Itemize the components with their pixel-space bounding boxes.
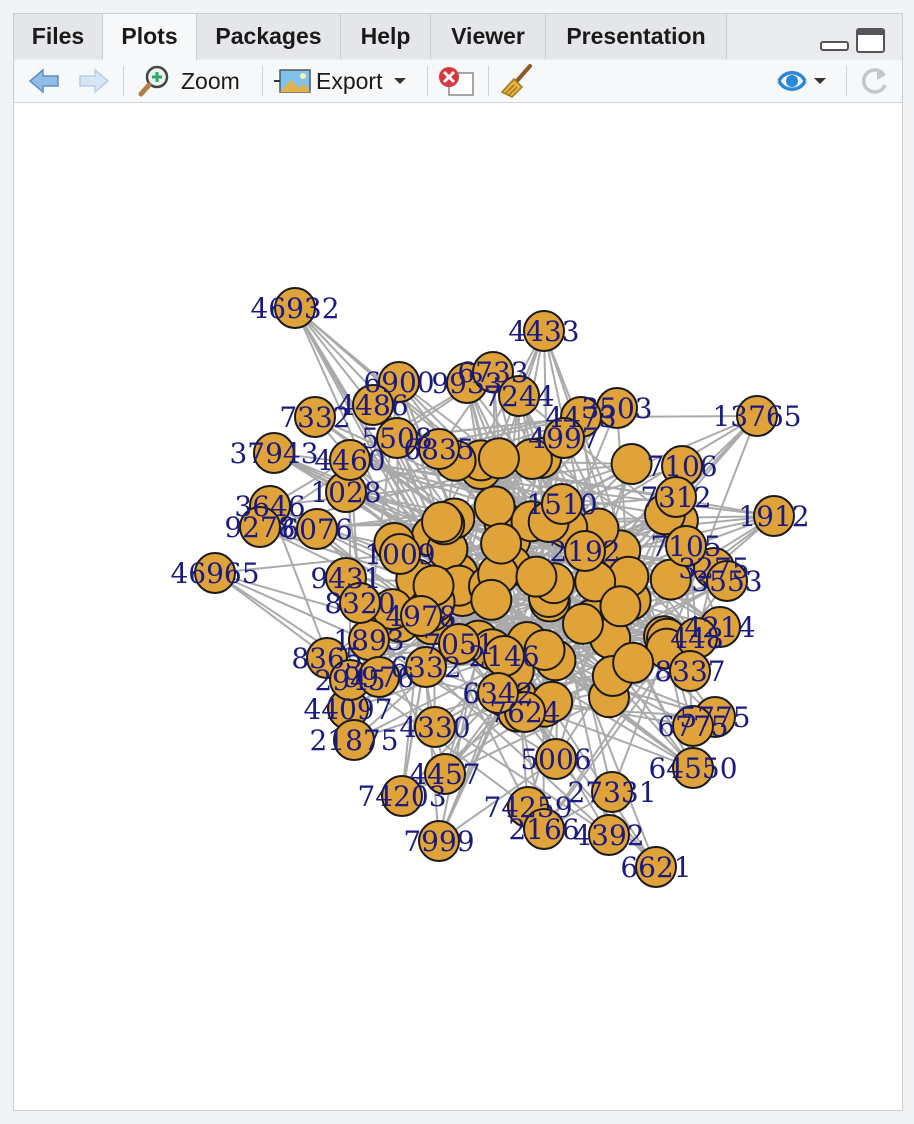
tab-help[interactable]: Help — [341, 14, 431, 59]
back-arrow-icon — [28, 68, 59, 94]
forward-arrow-icon — [79, 68, 110, 94]
toolbar-separator — [488, 66, 489, 96]
node-label: 5006 — [520, 743, 591, 776]
node-label: 1510 — [526, 488, 597, 521]
graph-node — [599, 585, 642, 628]
node-label: 6342 — [462, 677, 533, 710]
graph-node — [561, 602, 604, 645]
node-label: 64550 — [648, 752, 737, 785]
node-label: 44097 — [303, 693, 392, 726]
remove-plot-icon — [439, 67, 474, 96]
tab-plots[interactable]: Plots — [103, 14, 197, 61]
chevron-down-icon — [394, 78, 407, 84]
node-label: 448 — [670, 622, 723, 655]
node-label: 1912 — [738, 500, 809, 533]
graph-node — [473, 485, 516, 528]
node-label: 6621 — [620, 851, 691, 884]
graph-node — [480, 522, 523, 565]
tab-presentation[interactable]: Presentation — [546, 14, 727, 59]
minimize-icon[interactable] — [820, 28, 850, 54]
graph-node — [421, 501, 464, 544]
node-label: 46932 — [250, 292, 339, 325]
graph-node — [470, 578, 513, 621]
graph-node — [612, 641, 655, 684]
publish-icon — [777, 71, 807, 91]
node-label: 46965 — [170, 557, 259, 590]
toolbar-separator — [846, 66, 847, 96]
broom-icon — [500, 64, 532, 98]
chevron-down-icon — [814, 78, 826, 84]
node-label: 4997 — [528, 422, 599, 455]
back-button[interactable] — [28, 60, 60, 102]
clear-plots-button[interactable] — [500, 60, 536, 102]
node-label: 4460 — [314, 444, 385, 477]
node-label: 2192 — [549, 535, 620, 568]
remove-plot-button[interactable] — [437, 60, 475, 102]
node-label: 1009 — [364, 538, 435, 571]
node-label: 4392 — [573, 819, 644, 852]
toolbar-separator — [427, 66, 428, 96]
node-label: 27331 — [567, 776, 656, 809]
export-icon — [274, 69, 311, 93]
publish-button[interactable] — [776, 60, 828, 102]
node-label: 6076 — [281, 513, 352, 546]
graph-node — [477, 437, 520, 480]
node-label: 2166 — [508, 813, 579, 846]
node-label: 7106 — [646, 450, 717, 483]
toolbar-separator — [123, 66, 124, 96]
tab-bar: Files Plots Packages Help Viewer Present… — [14, 14, 902, 61]
node-label: 7051 — [423, 628, 494, 661]
tab-files[interactable]: Files — [14, 14, 103, 59]
node-label: 7105 — [650, 530, 721, 563]
node-label: 3553 — [691, 565, 762, 598]
node-label: 4457 — [409, 758, 480, 791]
node-label: 8337 — [654, 655, 725, 688]
plot-area: 46932 4433 13765 1912 46965 6621 7999 44097 3794… — [14, 103, 902, 1110]
node-label: 6775 — [657, 710, 728, 743]
plots-pane: Files Plots Packages Help Viewer Present… — [13, 13, 903, 1111]
refresh-icon — [862, 68, 887, 94]
zoom-label: Zoom — [181, 67, 240, 94]
refresh-button[interactable] — [860, 60, 890, 102]
node-label: 37943 — [229, 437, 318, 470]
export-label: Export — [316, 67, 383, 94]
node-label: 1028 — [310, 476, 381, 509]
network-graph: 46932 4433 13765 1912 46965 6621 7999 44097 3794… — [170, 287, 810, 888]
node-label: 4330 — [399, 711, 470, 744]
zoom-button[interactable]: Zoom — [138, 60, 240, 102]
node-label: 7999 — [403, 825, 474, 858]
node-label: 4433 — [508, 315, 579, 348]
tab-packages[interactable]: Packages — [197, 14, 341, 59]
zoom-icon — [138, 65, 169, 97]
node-label: 7312 — [640, 481, 711, 514]
forward-button[interactable] — [78, 60, 110, 102]
toolbar-separator — [262, 66, 263, 96]
tab-viewer[interactable]: Viewer — [431, 14, 546, 59]
node-label: 21875 — [309, 724, 398, 757]
plot-toolbar: Zoom Export — [14, 60, 902, 103]
node-label: 4486 — [337, 389, 408, 422]
node-label: 6835 — [403, 433, 474, 466]
node-label: 7244 — [483, 380, 554, 413]
maximize-icon[interactable] — [856, 28, 886, 54]
export-button[interactable]: Export — [273, 60, 410, 102]
node-label: 13765 — [712, 400, 801, 433]
